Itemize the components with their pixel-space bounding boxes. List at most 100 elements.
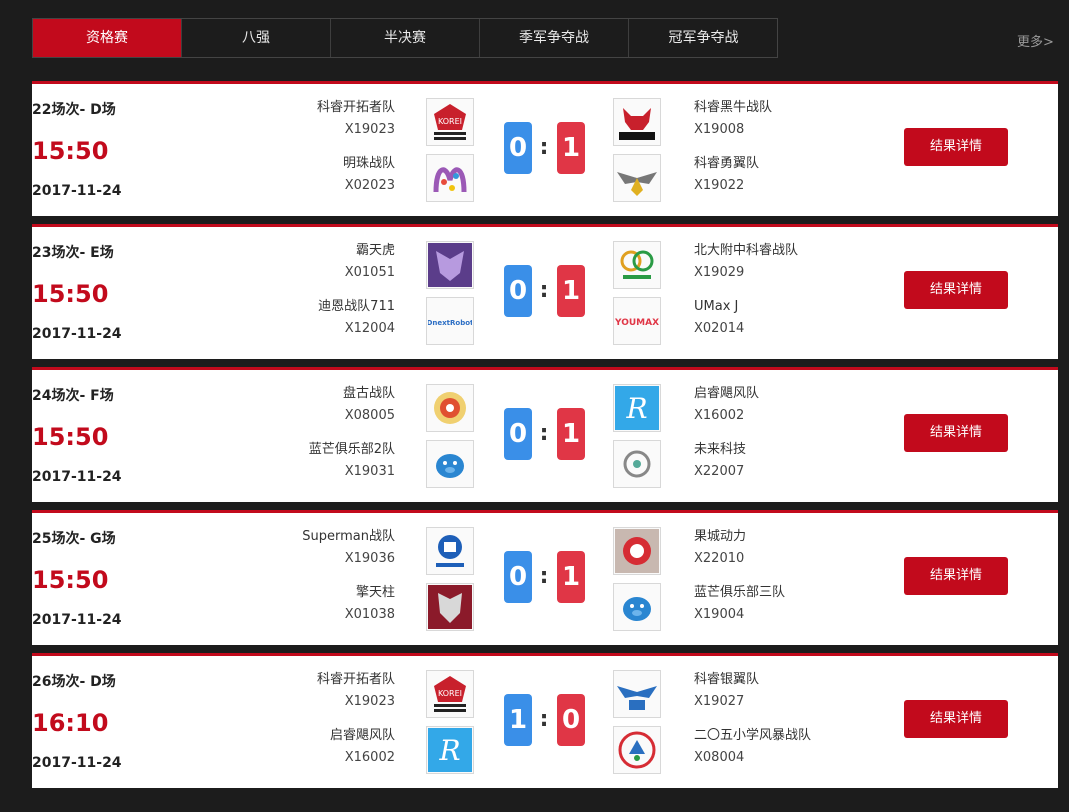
future-tech-icon bbox=[613, 440, 661, 488]
score-right: 1 bbox=[557, 551, 585, 603]
match-round: 24场次- F场 bbox=[32, 388, 114, 404]
score-left: 0 bbox=[504, 122, 532, 174]
result-detail-button[interactable]: 结果详情 bbox=[904, 557, 1008, 595]
team-name: 擎天柱 bbox=[355, 585, 395, 600]
team-name: 科睿银翼队 bbox=[694, 672, 760, 687]
match-date: 2017-11-24 bbox=[32, 469, 122, 485]
result-detail-button[interactable]: 结果详情 bbox=[904, 271, 1008, 309]
result-detail-button[interactable]: 结果详情 bbox=[904, 128, 1008, 166]
match-date: 2017-11-24 bbox=[32, 326, 122, 342]
right-team-2: 蓝芒俱乐部三队 X19004 bbox=[694, 582, 785, 626]
qirui-r-icon: R bbox=[613, 384, 661, 432]
team-name: 蓝芒俱乐部2队 bbox=[308, 442, 395, 457]
match-round: 23场次- E场 bbox=[32, 245, 114, 261]
match-date: 2017-11-24 bbox=[32, 612, 122, 628]
left-team-1: 科睿开拓者队 X19023 bbox=[317, 669, 395, 713]
score-separator: : bbox=[539, 135, 549, 160]
rings-icon bbox=[613, 241, 661, 289]
team-name: 科睿黑牛战队 bbox=[694, 100, 773, 115]
tab-third-place[interactable]: 季军争夺战 bbox=[480, 19, 629, 57]
score-right: 1 bbox=[557, 265, 585, 317]
right-team-1: 北大附中科睿战队 X19029 bbox=[694, 240, 798, 284]
more-link[interactable]: 更多> bbox=[1017, 31, 1054, 50]
left-team-1: Superman战队 X19036 bbox=[302, 526, 395, 570]
match-round: 22场次- D场 bbox=[32, 102, 116, 118]
team-code: X19029 bbox=[694, 265, 745, 280]
left-team-2: 蓝芒俱乐部2队 X19031 bbox=[309, 439, 395, 483]
blue-pig-icon bbox=[426, 440, 474, 488]
match-card: 22场次- D场 15:50 2017-11-24 科睿开拓者队 X19023 明… bbox=[32, 81, 1058, 216]
autobot-icon bbox=[426, 583, 474, 631]
result-detail-button[interactable]: 结果详情 bbox=[904, 700, 1008, 738]
score-separator: : bbox=[539, 707, 549, 732]
team-code: X19023 bbox=[344, 694, 395, 709]
svg-text:R: R bbox=[438, 734, 460, 767]
school-205-icon bbox=[613, 726, 661, 774]
team-code: X19004 bbox=[694, 607, 745, 622]
team-name: 科睿开拓者队 bbox=[316, 672, 395, 687]
pioneer-icon: KOREI bbox=[426, 670, 474, 718]
score-left: 0 bbox=[504, 551, 532, 603]
svg-text:DnextRobot: DnextRobot bbox=[428, 319, 472, 327]
team-code: X22007 bbox=[694, 464, 745, 479]
blue-pig-icon bbox=[613, 583, 661, 631]
tab-semifinal[interactable]: 半决赛 bbox=[331, 19, 480, 57]
dnextrobot-icon: DnextRobot bbox=[426, 297, 474, 345]
team-code: X01051 bbox=[344, 265, 395, 280]
match-time: 15:50 bbox=[32, 566, 109, 594]
svg-text:KOREI: KOREI bbox=[438, 117, 462, 126]
tab-final[interactable]: 冠军争夺战 bbox=[629, 19, 778, 57]
svg-text:R: R bbox=[625, 392, 647, 425]
team-name: 启睿飓风队 bbox=[329, 728, 395, 743]
left-team-2: 启睿飓风队 X16002 bbox=[330, 725, 395, 769]
team-code: X08005 bbox=[344, 408, 395, 423]
team-name: 果城动力 bbox=[694, 529, 747, 544]
score-separator: : bbox=[539, 278, 549, 303]
team-code: X08004 bbox=[694, 750, 745, 765]
pioneer-icon: KOREI bbox=[426, 98, 474, 146]
tab-qualifier[interactable]: 资格赛 bbox=[33, 19, 182, 57]
team-name: 盘古战队 bbox=[342, 386, 395, 401]
left-team-2: 擎天柱 X01038 bbox=[345, 582, 395, 626]
team-name: Superman战队 bbox=[302, 529, 395, 544]
qirui-r-icon: R bbox=[426, 726, 474, 774]
team-name: 科睿开拓者队 bbox=[316, 100, 395, 115]
team-code: X01038 bbox=[344, 607, 395, 622]
team-name: 北大附中科睿战队 bbox=[694, 243, 799, 258]
right-team-2: 二〇五小学风暴战队 X08004 bbox=[694, 725, 811, 769]
score-separator: : bbox=[539, 421, 549, 446]
score-separator: : bbox=[539, 564, 549, 589]
right-team-2: 科睿勇翼队 X19022 bbox=[694, 153, 759, 197]
match-round: 25场次- G场 bbox=[32, 531, 116, 547]
match-card: 25场次- G场 15:50 2017-11-24 Superman战队 X190… bbox=[32, 510, 1058, 645]
left-team-1: 科睿开拓者队 X19023 bbox=[317, 97, 395, 141]
team-code: X19027 bbox=[694, 694, 745, 709]
match-time: 15:50 bbox=[32, 137, 109, 165]
team-name: 科睿勇翼队 bbox=[694, 156, 760, 171]
left-team-2: 明珠战队 X02023 bbox=[343, 153, 395, 197]
mingzhu-icon bbox=[426, 154, 474, 202]
match-date: 2017-11-24 bbox=[32, 183, 122, 199]
team-name: 迪恩战队711 bbox=[318, 299, 395, 314]
pangu-icon bbox=[426, 384, 474, 432]
right-team-1: 科睿黑牛战队 X19008 bbox=[694, 97, 772, 141]
team-code: X22010 bbox=[694, 551, 745, 566]
tab-top8[interactable]: 八强 bbox=[182, 19, 331, 57]
team-name: 蓝芒俱乐部三队 bbox=[694, 585, 786, 600]
guocheng-icon bbox=[613, 527, 661, 575]
atomic-robot-icon bbox=[426, 527, 474, 575]
team-code: X12004 bbox=[344, 321, 395, 336]
team-code: X19008 bbox=[694, 122, 745, 137]
score-right: 1 bbox=[557, 122, 585, 174]
team-code: X19031 bbox=[344, 464, 395, 479]
team-name: 启睿飓风队 bbox=[694, 386, 760, 401]
team-code: X19036 bbox=[344, 551, 395, 566]
result-detail-button[interactable]: 结果详情 bbox=[904, 414, 1008, 452]
score-right: 1 bbox=[557, 408, 585, 460]
match-card: 24场次- F场 15:50 2017-11-24 盘古战队 X08005 蓝芒俱… bbox=[32, 367, 1058, 502]
black-bull-icon bbox=[613, 98, 661, 146]
right-team-1: 果城动力 X22010 bbox=[694, 526, 746, 570]
match-card: 23场次- E场 15:50 2017-11-24 霸天虎 X01051 迪恩战队… bbox=[32, 224, 1058, 359]
match-round: 26场次- D场 bbox=[32, 674, 116, 690]
match-card: 26场次- D场 16:10 2017-11-24 科睿开拓者队 X19023 启… bbox=[32, 653, 1058, 788]
